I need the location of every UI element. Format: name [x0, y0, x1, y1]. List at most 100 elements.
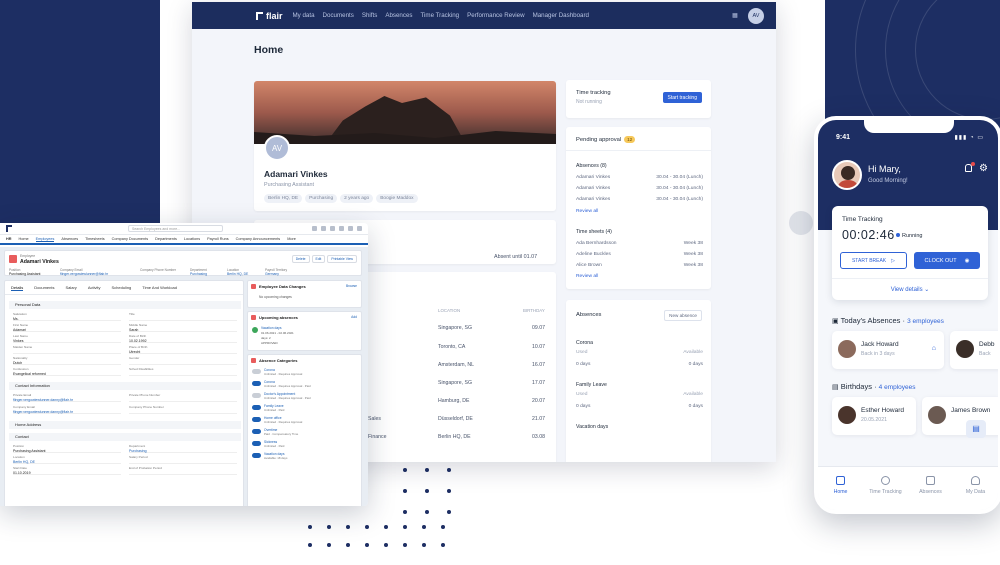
- list-item[interactable]: Adamari Vinkes 30.04 - 30.04 (Lunch): [576, 197, 703, 202]
- category-toggle[interactable]: [252, 453, 261, 458]
- absences-icon: [251, 315, 256, 320]
- subtab-scheduling[interactable]: Scheduling: [111, 285, 131, 291]
- add-absence-button[interactable]: Add: [351, 315, 357, 319]
- section-contact[interactable]: Contact: [9, 433, 241, 441]
- field-label: Company Phone Number: [140, 268, 176, 272]
- subtab-documents[interactable]: Documents: [34, 285, 54, 291]
- tab-absences[interactable]: Absences: [908, 467, 953, 510]
- browse-button[interactable]: Browse: [346, 284, 357, 288]
- subtab-salary[interactable]: Salary: [65, 285, 76, 291]
- chevron-down-icon: ⌄: [924, 287, 930, 293]
- sf-tab-absences[interactable]: Absences: [61, 237, 78, 241]
- subtab-time-workload[interactable]: Time And Workload: [142, 285, 177, 291]
- user-avatar[interactable]: [832, 160, 862, 190]
- avatar: [956, 340, 974, 358]
- nav-manager-dashboard[interactable]: Manager Dashboard: [533, 12, 589, 19]
- sf-tab-employees[interactable]: Employees: [35, 237, 55, 242]
- list-item[interactable]: Alice Brown Week 38: [576, 263, 703, 268]
- section-contact-information[interactable]: Contact Information: [9, 382, 241, 390]
- section-personal-data[interactable]: Personal Data: [9, 301, 241, 309]
- list-item[interactable]: Adamari Vinkes 30.04 - 30.04 (Lunch): [576, 175, 703, 180]
- category-toggle[interactable]: [252, 381, 261, 386]
- category-toggle[interactable]: [252, 441, 261, 446]
- sf-tab-departments[interactable]: Departments: [155, 237, 177, 241]
- sf-tab-company-documents[interactable]: Company Documents: [112, 237, 149, 241]
- sf-tab-payroll-runs[interactable]: Payroll Runs: [207, 237, 229, 241]
- department-tag[interactable]: Purchasing: [305, 194, 338, 203]
- nav-absences[interactable]: Absences: [385, 12, 412, 19]
- new-absence-button[interactable]: New absence: [664, 310, 702, 321]
- category-toggle[interactable]: [252, 393, 261, 398]
- status-time: 9:41: [836, 134, 851, 141]
- nav-performance-review[interactable]: Performance Review: [467, 12, 524, 19]
- company-email-link[interactable]: flinger.vergowiewlunner@flair.hr: [60, 272, 108, 276]
- review-all-link[interactable]: Review all: [576, 274, 598, 279]
- printable-view-button[interactable]: Printable View: [327, 255, 357, 263]
- location-link[interactable]: Berlin HQ, DE: [227, 272, 248, 276]
- location-tag[interactable]: Berlin HQ, DE: [264, 194, 303, 203]
- field: Sched Disabilities: [129, 367, 237, 376]
- column-header-location[interactable]: LOCATION: [438, 308, 460, 313]
- pending-approval-title: Pending approval 12: [576, 136, 636, 143]
- start-tracking-button[interactable]: Start tracking: [662, 92, 702, 103]
- table-cell-location: Singapore, SG: [438, 325, 473, 331]
- subtab-details[interactable]: Details: [11, 285, 24, 291]
- category-toggle[interactable]: [252, 429, 261, 434]
- clock-out-button[interactable]: CLOCK OUT ◉: [914, 252, 980, 269]
- flair-logo[interactable]: [6, 225, 12, 232]
- field: Middle Name Sarah: [129, 323, 237, 332]
- sf-tab-more[interactable]: More: [287, 237, 296, 241]
- absences-subtitle: Absences (8): [576, 163, 607, 169]
- payroll-territory-link[interactable]: Germany: [265, 272, 279, 276]
- sf-tab-home[interactable]: Home: [18, 237, 28, 241]
- delete-button[interactable]: Delete: [291, 255, 310, 263]
- tab-home[interactable]: Home: [818, 467, 863, 510]
- chat-icon[interactable]: ▤: [966, 420, 986, 438]
- birthday-card[interactable]: James Brown: [922, 397, 998, 435]
- upcoming-title: Upcoming absences: [259, 315, 298, 320]
- category-toggle[interactable]: [252, 369, 261, 374]
- column-header-birthday[interactable]: BIRTHDAY: [523, 308, 545, 313]
- nav-time-tracking[interactable]: Time Tracking: [421, 12, 460, 19]
- edit-button[interactable]: Edit: [311, 255, 326, 263]
- absence-item[interactable]: Vacation days: [261, 326, 281, 330]
- nav-my-data[interactable]: My data: [293, 12, 315, 19]
- sf-search-input[interactable]: Search Employees and more...: [128, 225, 223, 232]
- nav-shifts[interactable]: Shifts: [362, 12, 377, 19]
- grid-icon[interactable]: ▦: [732, 12, 738, 19]
- user-avatar[interactable]: AV: [748, 7, 764, 24]
- time-tracking-status: Not running: [576, 99, 602, 105]
- sf-tab-locations[interactable]: Locations: [184, 237, 200, 241]
- field: Gender: [129, 356, 237, 365]
- sf-header-icons[interactable]: [312, 226, 362, 231]
- sf-app-name[interactable]: HR: [6, 237, 11, 241]
- category-toggle[interactable]: [252, 405, 261, 410]
- review-all-link[interactable]: Review all: [576, 209, 598, 214]
- list-item[interactable]: Ada Bernhardsson Week 38: [576, 241, 703, 246]
- start-break-button[interactable]: START BREAK ▷: [840, 252, 907, 269]
- field-value: Purchasing Assistant: [9, 272, 41, 276]
- subtab-activity[interactable]: Activity: [88, 285, 101, 291]
- category-toggle[interactable]: [252, 417, 261, 422]
- bell-icon[interactable]: [965, 162, 975, 172]
- department-link[interactable]: Purchasing: [190, 272, 207, 276]
- birthday-card[interactable]: Esther Howard 20.05.2021: [832, 397, 916, 435]
- section-home-address[interactable]: Home Address: [9, 421, 241, 429]
- list-item[interactable]: Adeline Buckles Week 38: [576, 252, 703, 257]
- flair-logo[interactable]: flair: [256, 11, 283, 21]
- nav-documents[interactable]: Documents: [323, 12, 354, 19]
- manager-tag[interactable]: Boogie Maddox: [376, 194, 418, 203]
- absence-card[interactable]: Debb Back: [950, 331, 998, 369]
- list-item[interactable]: Adamari Vinkes 30.04 - 30.04 (Lunch): [576, 186, 703, 191]
- view-details-link[interactable]: View details ⌄: [832, 278, 988, 293]
- field: Salutation Ms.: [13, 312, 121, 321]
- absence-values: 0 days 0 days: [576, 362, 703, 367]
- pending-approval-card: Pending approval 12 Absences (8) Adamari …: [566, 127, 711, 289]
- sf-tab-company-announcements[interactable]: Company Announcements: [236, 237, 281, 241]
- left-blue-panel: [0, 0, 160, 230]
- gear-icon[interactable]: ⚙: [979, 163, 988, 174]
- tab-my-data[interactable]: My Data: [953, 467, 998, 510]
- sf-tab-timesheets[interactable]: Timesheets: [85, 237, 104, 241]
- tab-time-tracking[interactable]: Time Tracking: [863, 467, 908, 510]
- absence-card[interactable]: Jack Howard Back in 3 days ⌂: [832, 331, 944, 369]
